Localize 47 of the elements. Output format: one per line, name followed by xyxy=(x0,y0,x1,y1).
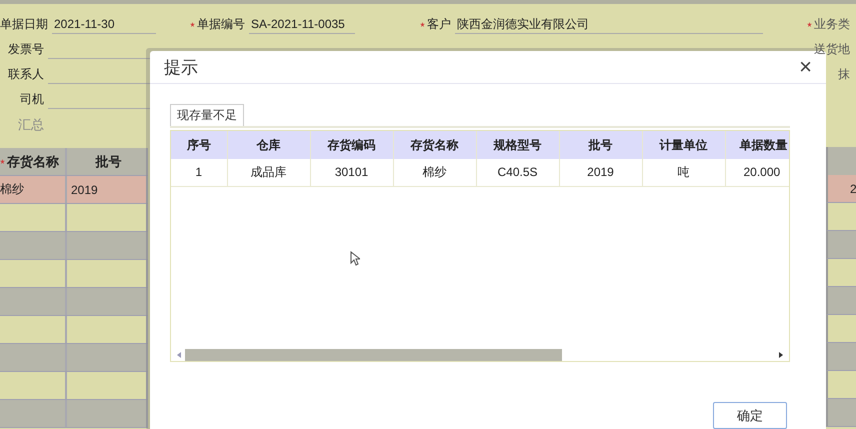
column-header[interactable]: 批号 xyxy=(559,131,642,159)
input-field[interactable]: 2021-11-30 xyxy=(52,15,156,34)
input-field[interactable]: SA-2021-11-0035 xyxy=(249,15,355,34)
confirm-button[interactable]: 确定 xyxy=(713,402,787,429)
table-cell: 2 xyxy=(826,175,856,203)
mouse-cursor-icon xyxy=(350,251,360,266)
field-label: 单据日期 xyxy=(0,16,48,33)
table-cell: 2019 xyxy=(559,159,642,186)
table-cell xyxy=(826,343,856,371)
table-cell: 棉纱 xyxy=(393,159,476,186)
table-cell xyxy=(826,231,856,259)
column-header[interactable]: 存货编码 xyxy=(310,131,393,159)
tab[interactable]: 现存量不足 xyxy=(170,104,244,126)
column-header[interactable]: 规格型号 xyxy=(476,131,559,159)
column-title: 存货名称 xyxy=(7,152,59,170)
table-cell: C40.5S xyxy=(476,159,559,186)
field-label: 单据编号 xyxy=(197,16,245,33)
field-label: 联系人 xyxy=(7,66,44,83)
dialog-title: 提示 xyxy=(164,56,198,78)
field-label: 客户 xyxy=(427,16,451,33)
table-cell: 20.000 xyxy=(725,159,789,186)
field-label: 发票号 xyxy=(7,41,44,58)
table-cell xyxy=(826,287,856,315)
table-cell: 30101 xyxy=(310,159,393,186)
field-label: 司机 xyxy=(19,91,44,108)
column-header[interactable]: 序号 xyxy=(171,131,227,159)
column-title: 批号 xyxy=(96,152,122,170)
close-button[interactable]: × xyxy=(799,56,812,78)
column-header xyxy=(826,147,856,175)
scroll-left-icon[interactable] xyxy=(177,352,181,358)
table-cell xyxy=(826,203,856,231)
column-header[interactable]: 单据数量 xyxy=(725,131,789,159)
field-label: 业务类 xyxy=(814,16,850,33)
scroll-thumb[interactable] xyxy=(185,348,562,360)
column-header[interactable]: 计量单位 xyxy=(642,131,725,159)
column-header[interactable]: 仓库 xyxy=(227,131,310,159)
field-label: 抹 xyxy=(838,66,850,83)
table-cell xyxy=(826,399,856,427)
input-field[interactable]: 陕西金润德实业有限公司 xyxy=(455,15,763,34)
table-cell xyxy=(826,315,856,343)
table-cell xyxy=(826,259,856,287)
scroll-right-icon[interactable] xyxy=(779,352,783,358)
table-cell: 1 xyxy=(171,159,227,186)
table-cell: 成品库 xyxy=(227,159,310,186)
table-cell xyxy=(826,371,856,399)
column-header[interactable]: 存货名称 xyxy=(393,131,476,159)
table-cell: 吨 xyxy=(642,159,725,186)
